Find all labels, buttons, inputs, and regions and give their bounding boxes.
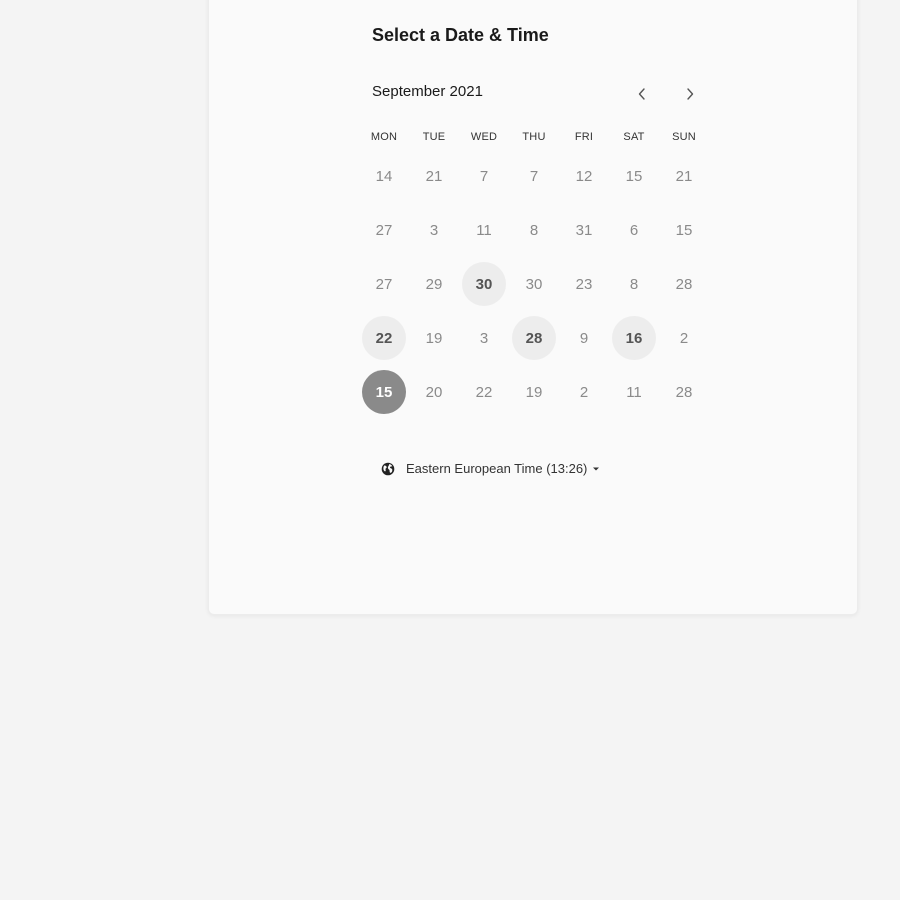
- calendar-day-number: 15: [675, 221, 693, 239]
- calendar-day-disabled: 22: [459, 365, 509, 419]
- calendar-day-disabled: 15: [659, 203, 709, 257]
- calendar-day-number: 9: [579, 329, 589, 347]
- calendar-weeks: 14 21 7 7 12 15 21 27 3 11 8 31 6 15 27 29 30 30 23 8 28 22 19…: [359, 149, 709, 419]
- calendar-day-disabled: 12: [559, 149, 609, 203]
- calendar-day-number: 2: [579, 383, 589, 401]
- calendar-day-available[interactable]: 16: [609, 311, 659, 365]
- calendar-day-number: 28: [675, 275, 693, 293]
- calendar-day-number: 12: [575, 167, 593, 185]
- calendar-day-disabled: 21: [659, 149, 709, 203]
- calendar-day-number: 7: [529, 167, 539, 185]
- calendar-day-disabled: 27: [359, 257, 409, 311]
- globe-icon: [381, 462, 395, 476]
- calendar-day-number: 29: [425, 275, 443, 293]
- calendar-day-disabled: 2: [659, 311, 709, 365]
- calendar-day-number: 15: [625, 167, 643, 185]
- calendar-day-disabled: 21: [409, 149, 459, 203]
- calendar-day-disabled: 7: [459, 149, 509, 203]
- calendar-day-number: 3: [479, 329, 489, 347]
- calendar-day-number: 28: [675, 383, 693, 401]
- calendar-day-disabled: 23: [559, 257, 609, 311]
- calendar-day-number: 11: [626, 383, 642, 401]
- calendar-day-disabled: 9: [559, 311, 609, 365]
- calendar-day-disabled: 6: [609, 203, 659, 257]
- calendar-day-number: 30: [462, 262, 506, 306]
- calendar-day-number: 22: [362, 316, 406, 360]
- calendar-day-disabled: 11: [459, 203, 509, 257]
- calendar-day-disabled: 19: [409, 311, 459, 365]
- calendar-day-disabled: 27: [359, 203, 409, 257]
- calendar-day-disabled: 14: [359, 149, 409, 203]
- calendar-day-number: 8: [629, 275, 639, 293]
- calendar-day-number: 20: [425, 383, 443, 401]
- calendar-day-number: 19: [425, 329, 443, 347]
- chevron-right-icon: [687, 88, 694, 100]
- calendar-day-number: 6: [629, 221, 639, 239]
- calendar-day-disabled: 11: [609, 365, 659, 419]
- calendar-day-number: 2: [679, 329, 689, 347]
- calendar-day-number: 14: [375, 167, 393, 185]
- calendar-grid: MON TUE WED THU FRI SAT SUN 14 21 7 7 12 15 21…: [359, 131, 709, 423]
- calendar-day-disabled: 3: [409, 203, 459, 257]
- calendar-day-number: 23: [575, 275, 593, 293]
- calendar-day-number: 16: [612, 316, 656, 360]
- next-month-button[interactable]: [675, 79, 705, 109]
- page-title: Select a Date & Time: [372, 25, 549, 45]
- calendar-week-row: 27 29 30 30 23 8 28: [359, 257, 709, 311]
- month-navigation: September 2021: [372, 79, 702, 109]
- calendar-day-disabled: 3: [459, 311, 509, 365]
- calendar-day-number: 31: [575, 221, 593, 239]
- calendar-day-disabled: 20: [409, 365, 459, 419]
- calendar-day-number: 15: [362, 370, 406, 414]
- calendar-day-number: 28: [512, 316, 556, 360]
- calendar-day-available[interactable]: 30: [459, 257, 509, 311]
- timezone-label: Eastern European Time (13:26): [406, 461, 588, 476]
- calendar-day-number: 22: [475, 383, 493, 401]
- calendar-day-disabled: 28: [659, 257, 709, 311]
- chevron-left-icon: [638, 88, 645, 100]
- calendar-day-disabled: 28: [659, 365, 709, 419]
- calendar-day-number: 21: [675, 167, 693, 185]
- timezone-selector[interactable]: Eastern European Time (13:26): [381, 461, 600, 476]
- calendar-day-disabled: 7: [509, 149, 559, 203]
- calendar-day-disabled: 8: [609, 257, 659, 311]
- calendar-week-row: 22 19 3 28 9 16 2: [359, 311, 709, 365]
- calendar-day-disabled: 30: [509, 257, 559, 311]
- calendar-day-disabled: 8: [509, 203, 559, 257]
- calendar-day-number: 7: [479, 167, 489, 185]
- previous-month-button[interactable]: [627, 79, 657, 109]
- calendar-day-available[interactable]: 22: [359, 311, 409, 365]
- calendar-week-row: 15 20 22 19 2 11 28: [359, 365, 709, 419]
- calendar-day-number: 30: [525, 275, 543, 293]
- calendar-day-selected[interactable]: 15: [359, 365, 409, 419]
- month-label: September 2021: [372, 83, 483, 100]
- scheduling-card: Select a Date & Time September 2021 MON …: [208, 0, 858, 615]
- calendar-week-row: 14 21 7 7 12 15 21: [359, 149, 709, 203]
- calendar-day-number: 11: [476, 221, 492, 239]
- calendar-day-available[interactable]: 28: [509, 311, 559, 365]
- calendar-day-number: 8: [529, 221, 539, 239]
- calendar-day-disabled: 29: [409, 257, 459, 311]
- calendar-week-row: 27 3 11 8 31 6 15: [359, 203, 709, 257]
- calendar-day-disabled: 2: [559, 365, 609, 419]
- calendar-day-number: 21: [425, 167, 443, 185]
- calendar-day-disabled: 31: [559, 203, 609, 257]
- caret-down-icon: [592, 466, 600, 472]
- calendar-day-number: 3: [429, 221, 439, 239]
- calendar-day-disabled: 15: [609, 149, 659, 203]
- calendar-day-disabled: 19: [509, 365, 559, 419]
- calendar-day-number: 27: [375, 221, 393, 239]
- calendar-day-number: 19: [525, 383, 543, 401]
- calendar-day-number: 27: [375, 275, 393, 293]
